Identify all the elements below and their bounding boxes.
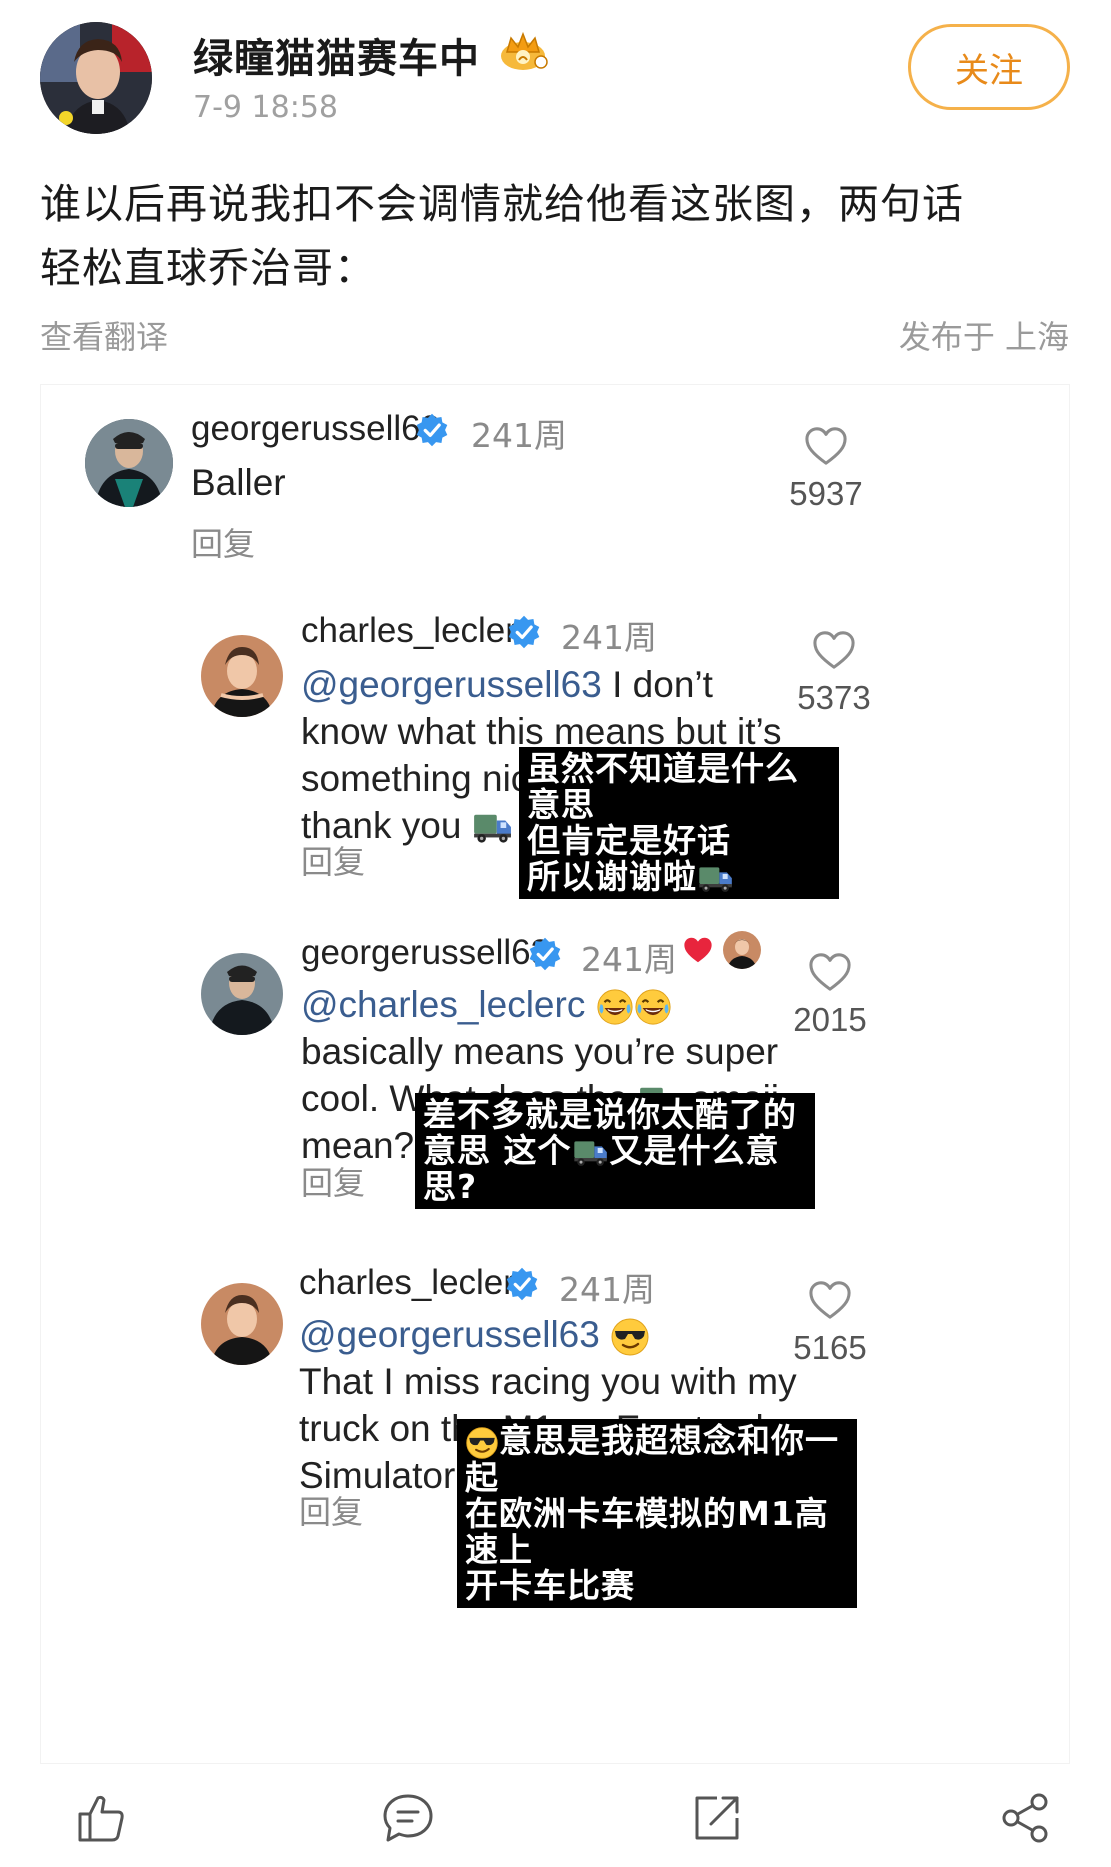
truck-emoji — [697, 864, 735, 894]
heart-icon[interactable] — [811, 629, 857, 671]
comment-age: 241周 — [561, 618, 657, 657]
mention-link[interactable]: @georgerussell63 — [299, 1314, 600, 1355]
comment: charles_leclerc 241周 @georgerussell63 I … — [41, 605, 1071, 925]
creator-liked-heart-icon — [684, 937, 712, 963]
reply-button[interactable]: 回复 — [299, 1487, 363, 1533]
post-text-line: 轻松直球乔治哥： — [40, 244, 376, 292]
creator-mini-avatar — [723, 931, 761, 969]
tears-of-joy-emoji — [634, 988, 672, 1026]
action-toolbar — [0, 1790, 1111, 1867]
embedded-screenshot[interactable]: georgerussell63 241周 Baller 回复 5937 char… — [40, 384, 1070, 1764]
reply-button[interactable]: 回复 — [191, 519, 255, 565]
sunglasses-emoji — [610, 1317, 650, 1357]
comment-bubble-icon[interactable] — [380, 1790, 436, 1846]
subtitle-line: 所以谢谢啦 — [527, 857, 697, 896]
chinese-subtitle: 虽然不知道是什么意思 但肯定是好话 所以谢谢啦 — [519, 747, 839, 899]
follow-button[interactable]: 关注 — [908, 24, 1070, 110]
heart-icon[interactable] — [803, 425, 849, 467]
like-count: 5937 — [789, 475, 863, 512]
tears-of-joy-emoji — [596, 988, 634, 1026]
author-avatar[interactable] — [40, 22, 152, 134]
comment: georgerussell63 241周 Baller 回复 5937 — [41, 385, 1071, 585]
subtitle-line: 意思 这个 — [423, 1131, 572, 1170]
heart-icon[interactable] — [807, 951, 853, 993]
like-count: 2015 — [793, 1001, 867, 1038]
verified-badge-icon — [527, 936, 563, 972]
share-icon[interactable] — [997, 1790, 1053, 1846]
member-crown-icon — [501, 31, 548, 70]
comment: charles_leclerc 241周 @georgerussell63 Th… — [41, 1255, 1071, 1608]
comment-username[interactable]: charles_leclerc — [299, 1263, 532, 1303]
author-name[interactable]: 绿瞳猫猫赛车中 — [193, 26, 480, 84]
reply-button[interactable]: 回复 — [301, 837, 365, 883]
comment-username[interactable]: georgerussell63 — [301, 933, 550, 973]
like-count: 5165 — [793, 1329, 867, 1366]
commenter-avatar — [201, 635, 283, 717]
verified-badge-icon — [506, 614, 542, 650]
subtitle-line: 虽然不知道是什么意思 — [527, 749, 799, 824]
truck-emoji — [572, 1138, 610, 1168]
mention-link[interactable]: @georgerussell63 — [301, 664, 602, 705]
reply-button[interactable]: 回复 — [301, 1158, 365, 1204]
subtitle-line: 在欧洲卡车模拟的M1高速上 — [465, 1493, 829, 1569]
comment-text-fragment: I don’t — [601, 664, 713, 705]
comment-age: 241周 — [471, 416, 567, 455]
mention-link[interactable]: @charles_leclerc — [301, 984, 585, 1025]
comment-text-line: basically means you’re super — [301, 1031, 779, 1072]
thumbs-up-icon[interactable] — [72, 1790, 128, 1846]
chinese-subtitle: 差不多就是说你太酷了的 意思 这个 又是什么意思? — [415, 1093, 815, 1209]
post-text-line: 谁以后再说我扣不会调情就给他看这张图，两句话 — [40, 180, 964, 228]
like-count: 5373 — [797, 679, 871, 716]
truck-emoji — [472, 811, 514, 845]
commenter-avatar — [201, 953, 283, 1035]
post-text: 谁以后再说我扣不会调情就给他看这张图，两句话 轻松直球乔治哥： — [40, 172, 1070, 300]
subtitle-line: 开卡车比赛 — [465, 1565, 635, 1605]
subtitle-line: 意思是我超想念和你一起 — [465, 1421, 839, 1497]
heart-icon[interactable] — [807, 1279, 853, 1321]
sunglasses-emoji — [465, 1426, 499, 1460]
chinese-subtitle: 意思是我超想念和你一起 在欧洲卡车模拟的M1高速上 开卡车比赛 — [457, 1419, 857, 1608]
comment-username[interactable]: charles_leclerc — [301, 611, 534, 651]
commenter-avatar — [85, 419, 173, 507]
comment: georgerussell63 241周 @charles_leclerc ba… — [41, 925, 1071, 1225]
post-timestamp: 7-9 18:58 — [193, 90, 338, 125]
translate-link[interactable]: 查看翻译 — [40, 312, 168, 358]
comment-age: 241周 — [559, 1270, 655, 1309]
verified-badge-icon — [504, 1266, 540, 1302]
commenter-avatar — [201, 1283, 283, 1365]
subtitle-line: 差不多就是说你太酷了的 — [423, 1095, 797, 1134]
verified-badge-icon — [414, 412, 450, 448]
subtitle-line: 但肯定是好话 — [527, 821, 731, 860]
comment-age: 241周 — [581, 940, 677, 979]
repost-icon[interactable] — [689, 1790, 745, 1846]
comment-username[interactable]: georgerussell63 — [191, 409, 440, 449]
comment-text-line: That I miss racing you with my — [299, 1361, 797, 1402]
comment-text: Baller — [191, 462, 286, 503]
post-location: 发布于 上海 — [898, 318, 1069, 356]
